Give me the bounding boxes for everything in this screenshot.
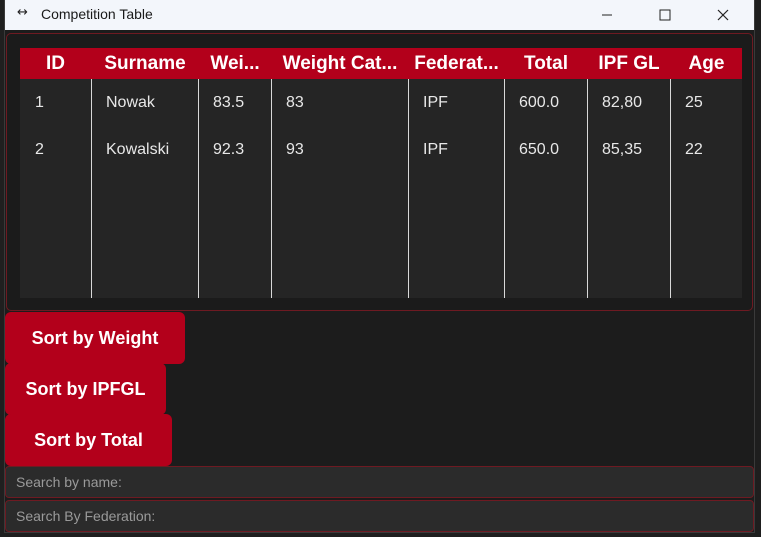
cell-federation: IPF (423, 94, 448, 111)
column-divider (198, 79, 199, 298)
search-by-name-input[interactable]: Search by name: (5, 466, 754, 498)
column-header-federation[interactable]: Federat... (409, 48, 504, 79)
column-header-age[interactable]: Age (671, 48, 742, 79)
cell-weight: 83.5 (213, 94, 245, 111)
column-header-weight-category[interactable]: Weight Cat... (272, 48, 408, 79)
column-divider (670, 79, 671, 298)
column-divider (91, 79, 92, 298)
cell-total: 650.0 (519, 141, 560, 158)
sort-by-weight-button[interactable]: Sort by Weight (5, 312, 185, 364)
cell-ipf-gl: 85,35 (602, 141, 643, 158)
minimize-icon (602, 14, 612, 16)
column-header-ipf-gl[interactable]: IPF GL (588, 48, 670, 79)
column-divider (408, 79, 409, 298)
column-divider (587, 79, 588, 298)
cell-surname: Kowalski (106, 141, 170, 158)
table-panel: ID Surname Wei... Weight Cat... Federat.… (6, 33, 753, 311)
sort-by-total-button[interactable]: Sort by Total (5, 414, 172, 466)
maximize-button[interactable] (642, 0, 688, 30)
column-header-surname[interactable]: Surname (92, 48, 198, 79)
close-icon (717, 9, 729, 21)
close-button[interactable] (700, 0, 746, 30)
column-divider (271, 79, 272, 298)
table-header: ID Surname Wei... Weight Cat... Federat.… (20, 48, 742, 79)
title-bar: ↔ Competition Table (5, 0, 754, 30)
dumbbell-icon: ↔ (17, 5, 28, 20)
maximize-icon (659, 9, 671, 21)
cell-age: 25 (685, 94, 703, 111)
search-by-federation-input[interactable]: Search By Federation: (5, 500, 754, 532)
column-header-id[interactable]: ID (20, 48, 91, 79)
column-header-total[interactable]: Total (505, 48, 587, 79)
cell-id: 2 (35, 141, 44, 158)
competition-table[interactable]: ID Surname Wei... Weight Cat... Federat.… (20, 48, 742, 298)
minimize-button[interactable] (584, 0, 630, 30)
app-window: ↔ Competition Table ID Surname Wei... We… (4, 0, 755, 533)
cell-federation: IPF (423, 141, 448, 158)
cell-id: 1 (35, 94, 44, 111)
cell-age: 22 (685, 141, 703, 158)
column-divider (504, 79, 505, 298)
cell-ipf-gl: 82,80 (602, 94, 643, 111)
cell-weight-category: 83 (286, 94, 304, 111)
sort-by-ipfgl-button[interactable]: Sort by IPFGL (5, 363, 166, 415)
cell-total: 600.0 (519, 94, 560, 111)
cell-weight-category: 93 (286, 141, 304, 158)
window-title: Competition Table (41, 6, 153, 22)
cell-surname: Nowak (106, 94, 155, 111)
cell-weight: 92.3 (213, 141, 245, 158)
column-header-weight[interactable]: Wei... (199, 48, 271, 79)
